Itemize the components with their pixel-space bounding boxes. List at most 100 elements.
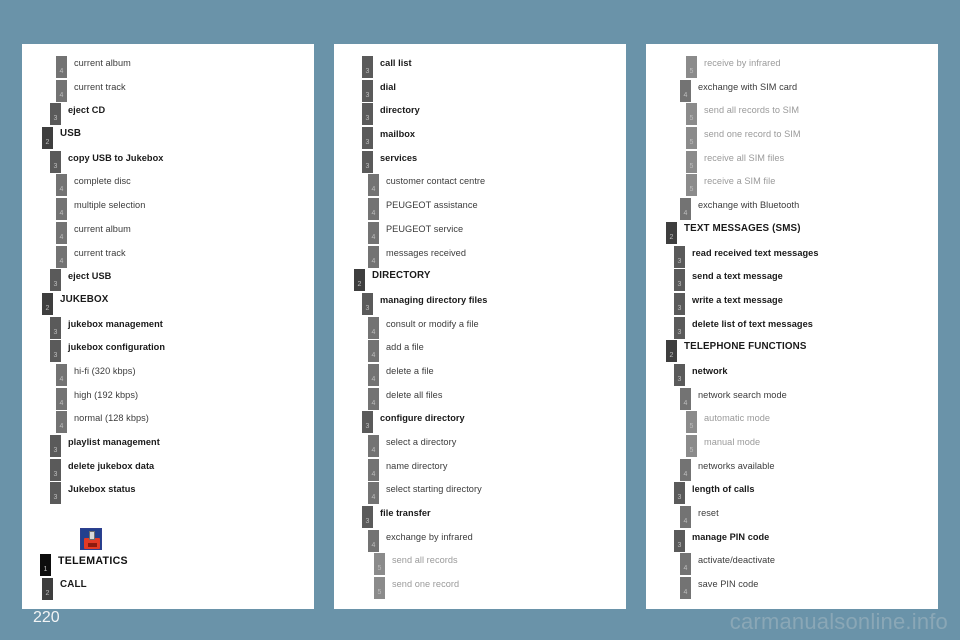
toc-entry[interactable]: 3 call list: [334, 56, 626, 80]
toc-entry-label: normal (128 kbps): [74, 413, 149, 424]
level-indicator: 4: [56, 79, 67, 102]
toc-entry[interactable]: 4 multiple selection: [22, 198, 314, 222]
level-indicator: 4: [56, 363, 67, 386]
toc-entry-label: TELEMATICS: [58, 555, 128, 568]
toc-entry[interactable]: 4 reset: [646, 506, 938, 530]
level-indicator: 3: [50, 458, 61, 481]
toc-entry[interactable]: 4 network search mode: [646, 387, 938, 412]
toc-entry[interactable]: 3 jukebox management: [22, 316, 314, 341]
toc-entry-label: eject USB: [68, 271, 112, 282]
toc-entry[interactable]: 5 send all records: [334, 553, 626, 577]
toc-entry[interactable]: 3 length of calls: [646, 482, 938, 506]
page-number: 220: [33, 609, 60, 626]
level-indicator: 4: [368, 529, 379, 552]
toc-entry[interactable]: 4 hi-fi (320 kbps): [22, 363, 314, 388]
toc-entry[interactable]: 5 receive a SIM file: [646, 174, 938, 198]
toc-entry[interactable]: 3 services: [334, 150, 626, 175]
level-indicator: 3: [50, 150, 61, 173]
toc-entry-label: networks available: [698, 460, 775, 471]
level-indicator: 4: [368, 221, 379, 244]
toc-entry[interactable]: 2 DIRECTORY: [334, 269, 626, 293]
toc-entry-label: current album: [74, 58, 131, 68]
toc-entry[interactable]: 3 eject CD: [22, 103, 314, 127]
toc-entry[interactable]: 4 select a directory: [334, 435, 626, 459]
level-indicator: 4: [368, 482, 379, 505]
toc-entry[interactable]: 2 USB: [22, 127, 314, 151]
toc-entry[interactable]: 4 current album: [22, 56, 314, 80]
toc-entry[interactable]: 4 current track: [22, 79, 314, 104]
toc-entry[interactable]: 3 read received text messages: [646, 245, 938, 270]
level-indicator: 4: [56, 198, 67, 221]
toc-entry[interactable]: 3 network: [646, 363, 938, 388]
level-indicator: 5: [374, 553, 385, 576]
toc-entry-label: exchange with Bluetooth: [698, 200, 800, 211]
toc-entry[interactable]: 3 Jukebox status: [22, 482, 314, 506]
toc-entry[interactable]: 3 copy USB to Jukebox: [22, 150, 314, 175]
toc-entry-label: copy USB to Jukebox: [68, 152, 164, 163]
toc-entry[interactable]: 4 messages received: [334, 245, 626, 270]
toc-entry[interactable]: 3 manage PIN code: [646, 529, 938, 554]
toc-entry[interactable]: 4 customer contact centre: [334, 174, 626, 198]
toc-entry[interactable]: 4 current track: [22, 245, 314, 270]
toc-entry-label: delete list of text messages: [692, 318, 813, 329]
toc-entry[interactable]: 2 TEXT MESSAGES (SMS): [646, 221, 938, 246]
toc-entry[interactable]: 4 save PIN code: [646, 577, 938, 601]
toc-entry[interactable]: 4 networks available: [646, 458, 938, 483]
toc-entry[interactable]: 5 automatic mode: [646, 411, 938, 435]
toc-entry-label: delete a file: [386, 365, 434, 376]
toc-entry[interactable]: 4 select starting directory: [334, 482, 626, 506]
toc-entry[interactable]: 4 consult or modify a file: [334, 316, 626, 341]
level-indicator: 2: [666, 221, 677, 244]
level-indicator: 2: [42, 292, 53, 315]
toc-entry[interactable]: 2 TELEPHONE FUNCTIONS: [646, 340, 938, 364]
toc-entry[interactable]: 4 add a file: [334, 340, 626, 364]
toc-entry-label: configure directory: [380, 413, 465, 424]
toc-entry[interactable]: 4 name directory: [334, 458, 626, 483]
telematics-icon-row: [22, 524, 314, 554]
toc-entry[interactable]: 4 high (192 kbps): [22, 387, 314, 412]
toc-entry-label: eject CD: [68, 105, 106, 116]
toc-entry-label: PEUGEOT service: [386, 223, 464, 234]
toc-entry[interactable]: 3 delete list of text messages: [646, 316, 938, 341]
toc-entry[interactable]: 4 exchange by infrared: [334, 529, 626, 554]
toc-entry-label: dial: [380, 81, 397, 92]
toc-entry[interactable]: 4 complete disc: [22, 174, 314, 198]
toc-entry[interactable]: 3 playlist management: [22, 435, 314, 459]
toc-entry[interactable]: 1 TELEMATICS: [22, 554, 314, 578]
toc-entry[interactable]: 4 exchange with SIM card: [646, 79, 938, 104]
toc-entry[interactable]: 3 directory: [334, 103, 626, 127]
toc-entry[interactable]: 4 exchange with Bluetooth: [646, 198, 938, 222]
toc-entry[interactable]: 5 manual mode: [646, 435, 938, 459]
toc-entry[interactable]: 4 delete all files: [334, 387, 626, 412]
level-indicator: 4: [368, 340, 379, 363]
toc-entry[interactable]: 3 write a text message: [646, 292, 938, 317]
toc-entry[interactable]: 3 mailbox: [334, 127, 626, 151]
toc-entry[interactable]: 4 activate/deactivate: [646, 553, 938, 577]
toc-entry[interactable]: 5 receive by infrared: [646, 56, 938, 80]
toc-entry[interactable]: 3 send a text message: [646, 269, 938, 293]
toc-entry[interactable]: 3 managing directory files: [334, 292, 626, 317]
toc-entry-label: directory: [380, 105, 420, 116]
toc-entry[interactable]: 4 normal (128 kbps): [22, 411, 314, 435]
toc-entry[interactable]: 4 delete a file: [334, 363, 626, 388]
level-indicator: 4: [368, 363, 379, 386]
toc-entry[interactable]: 4 PEUGEOT service: [334, 221, 626, 246]
toc-entry[interactable]: 3 dial: [334, 79, 626, 104]
toc-entry[interactable]: 3 file transfer: [334, 506, 626, 530]
level-indicator: 3: [674, 316, 685, 339]
level-indicator: 4: [368, 316, 379, 339]
toc-entry[interactable]: 3 delete jukebox data: [22, 458, 314, 483]
toc-entry[interactable]: 3 eject USB: [22, 269, 314, 293]
toc-entry[interactable]: 4 PEUGEOT assistance: [334, 198, 626, 222]
toc-entry-label: receive all SIM files: [704, 152, 785, 163]
toc-entry[interactable]: 5 send all records to SIM: [646, 103, 938, 127]
toc-entry[interactable]: 2 JUKEBOX: [22, 292, 314, 317]
toc-entry[interactable]: 5 send one record to SIM: [646, 127, 938, 151]
toc-entry[interactable]: 2 CALL: [22, 577, 314, 602]
toc-entry[interactable]: 3 configure directory: [334, 411, 626, 435]
toc-entry[interactable]: 4 current album: [22, 221, 314, 246]
toc-entry-label: receive a SIM file: [704, 176, 776, 187]
toc-entry[interactable]: 3 jukebox configuration: [22, 340, 314, 364]
toc-entry[interactable]: 5 send one record: [334, 577, 626, 601]
toc-entry[interactable]: 5 receive all SIM files: [646, 150, 938, 175]
